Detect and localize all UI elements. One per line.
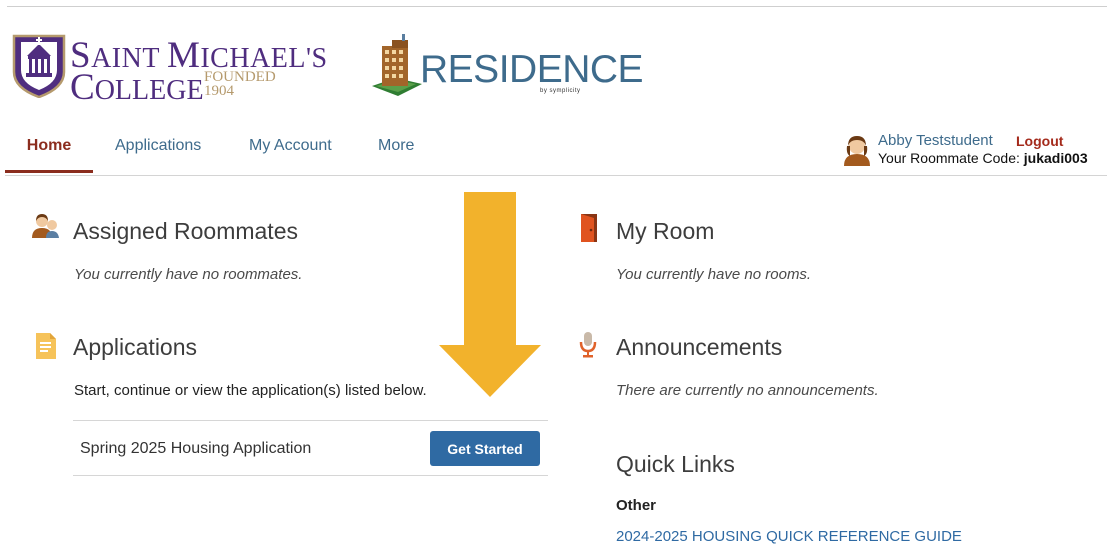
tab-applications[interactable]: Applications [115,120,201,172]
room-empty-text: You currently have no rooms. [616,266,812,283]
assigned-roommates-title: Assigned Roommates [73,218,298,244]
application-name: Spring 2025 Housing Application [80,440,312,457]
college-logo[interactable]: SAINT MICHAEL'S COLLEGE FOUNDED 1904 [12,32,327,108]
microphone-icon [579,332,597,358]
applications-title: Applications [73,334,198,360]
door-icon [581,214,597,242]
tab-my-account[interactable]: My Account [249,120,332,172]
college-seal-icon [12,34,66,98]
user-name-link[interactable]: Abby Teststudent [878,132,993,149]
document-icon [36,333,56,359]
founded-label: FOUNDED 1904 [204,69,276,99]
residence-logo[interactable]: RESIDENCE by symplicity [370,34,644,100]
residence-wordmark: RESIDENCE [420,48,644,91]
quick-links-group: Other [616,497,657,514]
my-room-title: My Room [616,218,715,244]
applications-description: Start, continue or view the application(… [74,382,427,399]
announcements-empty-text: There are currently no announcements. [616,382,879,399]
announcements-title: Announcements [616,334,783,360]
symplicity-byline: by symplicity [540,88,581,94]
get-started-button[interactable]: Get Started [430,431,540,466]
college-name-line2: COLLEGE [70,67,204,108]
tab-more[interactable]: More [378,120,414,172]
logout-link[interactable]: Logout [1016,133,1063,149]
roommates-icon [32,214,59,238]
roommates-empty-text: You currently have no roommates. [74,266,303,283]
top-rule [7,6,1107,7]
tab-home[interactable]: Home [5,120,93,173]
nav-divider [5,175,1107,176]
quick-links-title: Quick Links [616,451,735,477]
roommate-code: Your Roommate Code: jukadi003 [878,150,1088,166]
residence-building-icon [372,34,422,96]
down-arrow-icon [439,192,541,397]
housing-guide-link[interactable]: 2024-2025 HOUSING QUICK REFERENCE GUIDE [616,528,962,545]
user-avatar-icon [844,136,870,166]
user-info: Abby Teststudent Logout Your Roommate Co… [842,132,1104,170]
applications-list: Spring 2025 Housing Application Get Star… [73,420,548,476]
main-nav: Home Applications My Account More [5,120,525,174]
